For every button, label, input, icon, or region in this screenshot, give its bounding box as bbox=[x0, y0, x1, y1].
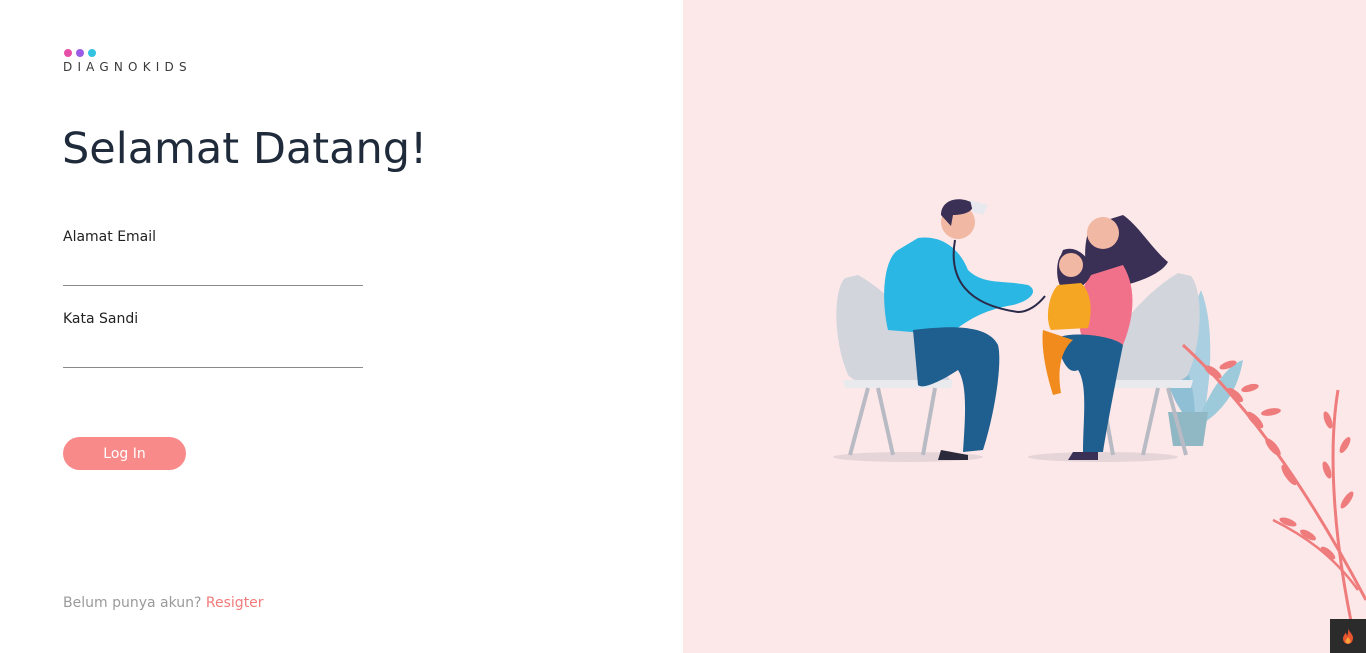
email-label: Alamat Email bbox=[63, 229, 157, 245]
doctor-figure bbox=[884, 199, 1046, 460]
password-field-group: Kata Sandi bbox=[63, 311, 363, 368]
brand-name: DIAGNOKIDS bbox=[63, 60, 192, 74]
doctor-visit-illustration bbox=[833, 199, 1366, 641]
register-prompt-text: Belum punya akun? bbox=[63, 595, 202, 611]
password-label: Kata Sandi bbox=[63, 311, 139, 327]
logo-dot-cyan bbox=[88, 49, 96, 57]
corner-badge[interactable] bbox=[1330, 619, 1366, 653]
email-field[interactable] bbox=[63, 257, 363, 286]
flame-icon bbox=[1343, 628, 1353, 644]
logo-dots bbox=[64, 49, 192, 57]
email-field-group: Alamat Email bbox=[63, 229, 363, 286]
brand-logo: DIAGNOKIDS bbox=[63, 49, 192, 74]
illustration-panel bbox=[683, 0, 1366, 653]
register-prompt: Belum punya akun? Resigter bbox=[63, 595, 264, 611]
login-page: DIAGNOKIDS Selamat Datang! Alamat Email … bbox=[0, 0, 1366, 653]
logo-dot-purple bbox=[76, 49, 84, 57]
leaf-branch-icon bbox=[1181, 343, 1366, 641]
password-field[interactable] bbox=[63, 339, 363, 368]
logo-dot-pink bbox=[64, 49, 72, 57]
login-button[interactable]: Log In bbox=[63, 437, 186, 470]
register-link[interactable]: Resigter bbox=[206, 595, 264, 611]
login-panel: DIAGNOKIDS Selamat Datang! Alamat Email … bbox=[0, 0, 683, 653]
page-title: Selamat Datang! bbox=[62, 124, 428, 174]
